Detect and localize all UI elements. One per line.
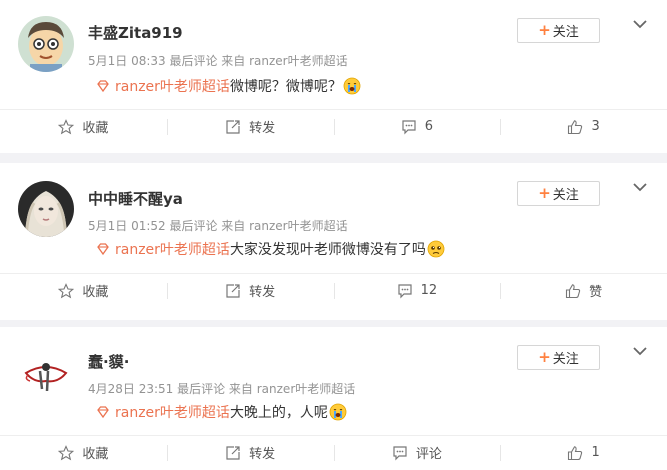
follow-button[interactable]: + 关注 [517,18,600,43]
like-button[interactable]: 3 [500,110,667,143]
chevron-down-icon[interactable] [632,18,648,30]
post-text: 微博呢？微博呢？ [229,79,342,95]
like-button[interactable]: 赞 [500,274,667,307]
post-meta: 5月1日 01:52 最后评论 来自 ranzer叶老师超话 [88,219,348,233]
plus-icon: + [538,348,551,366]
username[interactable]: 蠢·貘· [88,351,129,372]
collect-button[interactable]: 收藏 [0,110,167,143]
star-icon [58,444,75,461]
repost-label: 转发 [249,285,276,300]
action-bar: 收藏 转发 评论 1 [0,435,667,469]
comment-button[interactable]: 6 [333,110,501,143]
username[interactable]: 中中睡不醒ya [88,188,183,209]
post-content: ranzer叶老师超话 大家没发现叶老师微博没有了吗 [96,239,445,259]
super-topic-link[interactable]: ranzer叶老师超话 [115,239,230,259]
post-text: 大晚上的，人呢 [229,405,328,421]
post-card: 中中睡不醒ya 5月1日 01:52 最后评论 来自 ranzer叶老师超话 r… [0,163,667,320]
like-count: 赞 [589,285,603,300]
comment-icon [397,283,413,299]
comment-count: 评论 [415,447,442,462]
repost-icon [225,119,241,135]
collect-label: 收藏 [82,121,109,136]
comment-button[interactable]: 12 [333,274,501,307]
super-topic-link[interactable]: ranzer叶老师超话 [115,402,230,422]
comment-button[interactable]: 评论 [333,436,501,469]
super-topic-diamond-icon [96,79,110,93]
like-count: 1 [591,445,600,460]
action-bar: 收藏 转发 12 赞 [0,273,667,307]
collect-label: 收藏 [82,447,109,462]
collect-button[interactable]: 收藏 [0,274,167,307]
thumbs-up-icon [565,283,581,299]
star-icon [58,282,75,299]
repost-icon [225,445,241,461]
super-topic-link[interactable]: ranzer叶老师超话 [115,76,230,96]
super-topic-diamond-icon [96,405,110,419]
repost-button[interactable]: 转发 [166,436,334,469]
avatar[interactable] [18,16,74,72]
plus-icon: + [538,184,551,202]
collect-label: 收藏 [82,285,109,300]
post-card: 丰盛Zita919 5月1日 08:33 最后评论 来自 ranzer叶老师超话… [0,0,667,153]
thumbs-up-icon [567,445,583,461]
comment-icon [401,119,417,135]
sad-emoji-icon [427,240,445,258]
crying-emoji-icon [343,77,361,95]
like-button[interactable]: 1 [500,436,667,469]
follow-button[interactable]: + 关注 [517,181,600,206]
chevron-down-icon[interactable] [632,345,648,357]
post-meta: 5月1日 08:33 最后评论 来自 ranzer叶老师超话 [88,54,348,68]
crying-emoji-icon [329,403,347,421]
plus-icon: + [538,21,551,39]
star-icon [58,118,75,135]
thumbs-up-icon [567,119,583,135]
repost-label: 转发 [249,447,276,462]
post-content: ranzer叶老师超话 大晚上的，人呢 [96,402,347,422]
follow-button-label: 关注 [552,25,579,40]
super-topic-diamond-icon [96,242,110,256]
collect-button[interactable]: 收藏 [0,436,167,469]
repost-button[interactable]: 转发 [166,110,334,143]
post-content: ranzer叶老师超话 微博呢？微博呢？ [96,76,361,96]
like-count: 3 [591,119,600,134]
follow-button-label: 关注 [552,188,579,203]
repost-label: 转发 [249,121,276,136]
avatar[interactable] [18,343,74,399]
post-text: 大家没发现叶老师微博没有了吗 [229,242,426,258]
follow-button[interactable]: + 关注 [517,345,600,370]
follow-button-label: 关注 [552,352,579,367]
chevron-down-icon[interactable] [632,181,648,193]
action-bar: 收藏 转发 6 3 [0,109,667,143]
repost-icon [225,283,241,299]
comment-count: 6 [424,119,434,134]
avatar[interactable] [18,181,74,237]
username[interactable]: 丰盛Zita919 [88,22,183,43]
comment-count: 12 [420,283,438,298]
repost-button[interactable]: 转发 [166,274,334,307]
comment-icon [392,445,408,461]
post-meta: 4月28日 23:51 最后评论 来自 ranzer叶老师超话 [88,382,356,396]
post-card: 蠢·貘· 4月28日 23:51 最后评论 来自 ranzer叶老师超话 ran… [0,327,667,470]
